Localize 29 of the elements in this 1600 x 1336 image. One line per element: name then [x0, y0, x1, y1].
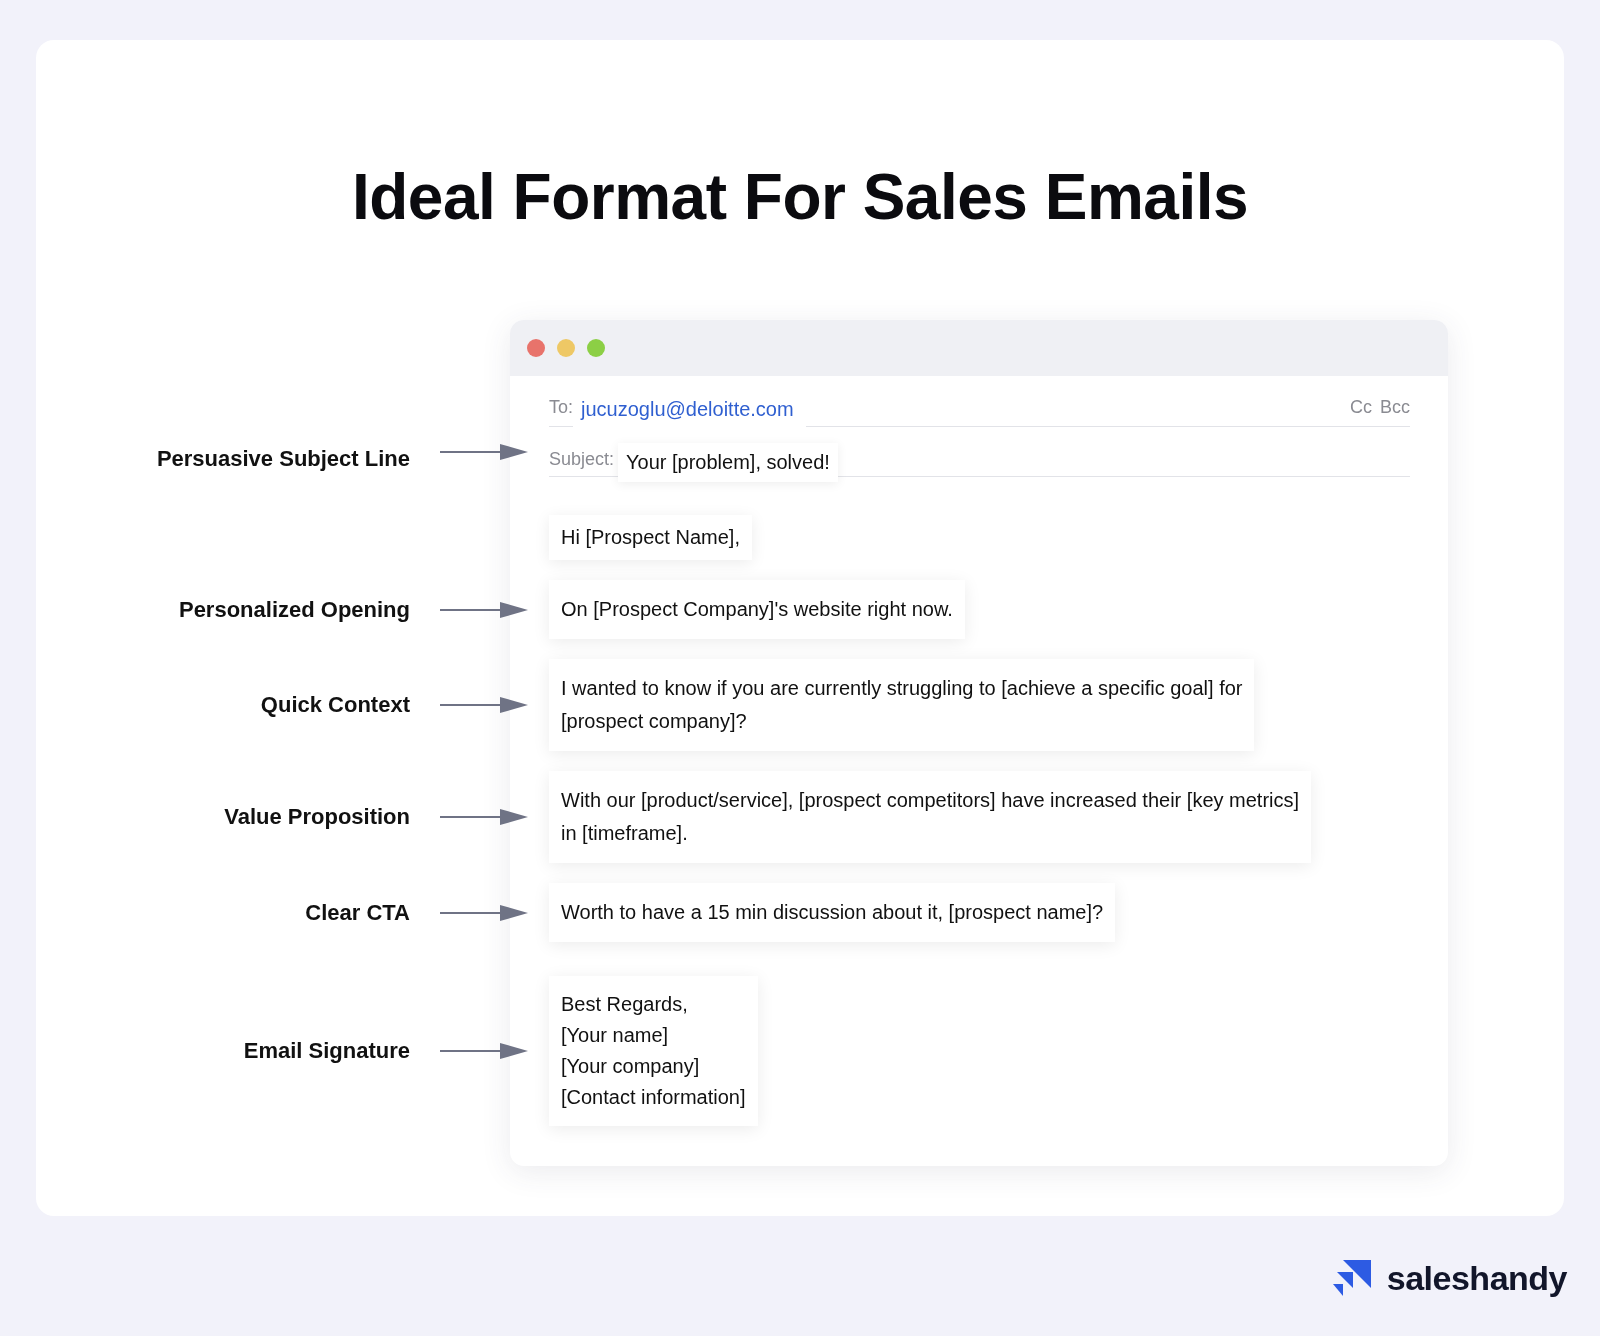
annotation-label: Value Proposition [224, 804, 410, 830]
arrow-icon [440, 1043, 528, 1059]
arrow-icon [440, 444, 528, 460]
subject-text: Your [problem], solved! [618, 443, 838, 482]
window-button[interactable] [557, 339, 575, 357]
arrow-icon [440, 697, 528, 713]
annotation-label: Quick Context [260, 692, 410, 718]
annotation-label: Email Signature [243, 1038, 410, 1064]
email-paragraph: Worth to have a 15 min discussion about it, [prospect name]? [549, 883, 1116, 942]
window-button[interactable] [587, 339, 605, 357]
arrow-icon [440, 904, 528, 921]
subject-label: Subject: [549, 449, 615, 471]
email-paragraph: With our [product/service], [prospect competitors] have increased their [key metrics] in [timeframe]. [549, 771, 1312, 863]
bcc-link[interactable]: Bcc [1380, 397, 1410, 424]
email-paragraph: On [Prospect Company]'s website right now. [549, 580, 965, 639]
window-button[interactable] [527, 339, 545, 357]
email-paragraph: I wanted to know if you are currently struggling to [achieve a specific goal] for [prospect company]? [549, 659, 1255, 751]
email-signature: Best Regards, [Your name] [Your company] [Contact information] [549, 976, 758, 1126]
cc-link[interactable]: Cc [1350, 397, 1372, 424]
annotation-label: Persuasive Subject Line [156, 446, 410, 472]
arrow-icon [440, 601, 528, 618]
logo-icon [1332, 1258, 1373, 1298]
email-paragraph: Hi [Prospect Name], [549, 515, 752, 560]
page-title: Ideal Format For Sales Emails [351, 160, 1249, 234]
brand-name: saleshandy [1386, 1258, 1567, 1298]
annotation-label: Personalized Opening [178, 596, 410, 623]
annotation-label: Clear CTA [305, 899, 410, 926]
to-label: To: [549, 397, 573, 419]
arrow-icon [440, 809, 528, 825]
